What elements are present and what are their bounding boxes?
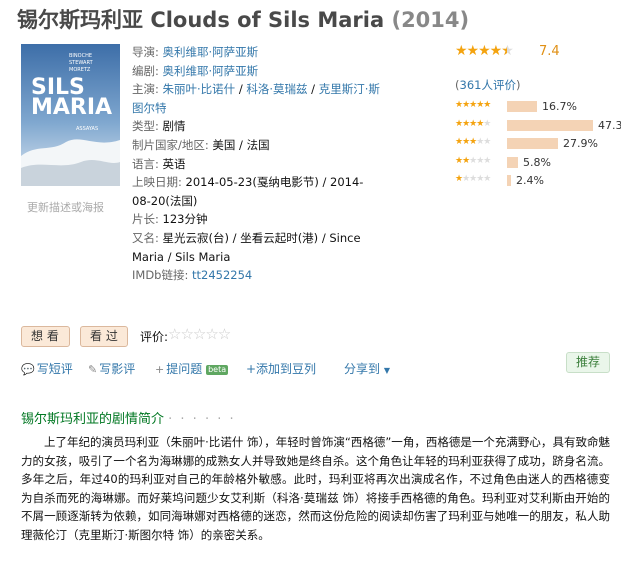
writer-label: 编剧: [132, 63, 159, 78]
rate-star-input[interactable]: ☆☆☆☆☆ [168, 325, 231, 343]
title-english: Clouds of Sils Maria [150, 8, 385, 32]
genre-label: 类型: [132, 119, 159, 134]
info-cast: 主演: 朱丽叶·比诺什 / 科洛·莫瑞兹 / 克里斯汀·斯图尔特 [132, 80, 382, 117]
country-label: 制片国家/地区: [132, 137, 209, 152]
question-label: 提问题 [166, 362, 203, 376]
imdb-link[interactable]: tt2452254 [192, 268, 252, 282]
distribution-stars-icon: ★★★★★ [455, 155, 491, 166]
info-language: 语言: 英语 [132, 155, 382, 174]
write-short-review-link[interactable]: 💬 写短评 [21, 360, 73, 377]
title-chinese: 锡尔斯玛利亚 [17, 8, 143, 32]
write-review-link[interactable]: ✎ 写影评 [88, 360, 135, 377]
director-label: 导演: [132, 45, 159, 59]
poster-credit-3: MORETZ [69, 67, 91, 73]
distribution-stars-icon: ★★★★★ [455, 137, 491, 147]
rating-count-link[interactable]: 361人评价 [460, 78, 516, 92]
synopsis-body: 上了年纪的演员玛利亚（朱丽叶·比诺什 饰），年轻时曾饰演“西格德”一角，西格德是… [21, 433, 610, 544]
poster-credit-2: STEWART [69, 60, 94, 66]
add-to-doulist-link[interactable]: +添加到豆列 [246, 360, 316, 377]
info-country: 制片国家/地区: 美国 / 法国 [132, 136, 382, 155]
title-year: (2014) [391, 8, 470, 32]
cast-separator: / [307, 82, 319, 97]
synopsis-heading: 锡尔斯玛利亚的剧情简介 · · · · · · [21, 408, 236, 427]
short-review-label: 写短评 [36, 362, 73, 376]
distribution-percent: 47.3% [598, 118, 621, 132]
poster-title-2: MARIA [31, 95, 112, 120]
info-imdb: IMDb链接: tt2452254 [132, 266, 382, 285]
poster-director: ASSAYAS [76, 126, 98, 132]
page-title: 锡尔斯玛利亚 Clouds of Sils Maria (2014) [17, 4, 469, 34]
runtime-label: 片长: [132, 212, 159, 227]
language-label: 语言: [132, 156, 159, 171]
distribution-row: ★★★★★ 27.9% [455, 135, 615, 154]
distribution-row: ★★★★★ 5.8% [455, 154, 615, 173]
distribution-stars-icon: ★★★★★ [455, 174, 491, 184]
distribution-stars-icon: ★★★★★ [455, 118, 491, 129]
distribution-bar [507, 101, 537, 112]
info-writer: 编剧: 奥利维耶·阿萨亚斯 [132, 62, 382, 81]
distribution-percent: 27.9% [563, 137, 598, 150]
synopsis-text: 上了年纪的演员玛利亚（朱丽叶·比诺什 饰），年轻时曾饰演“西格德”一角，西格德是… [21, 435, 610, 542]
rating-score: 7.4 [539, 44, 560, 59]
synopsis-title: 锡尔斯玛利亚的剧情简介 [21, 412, 165, 427]
distribution-percent: 5.8% [523, 155, 551, 169]
recommend-button[interactable]: 推荐 [566, 352, 610, 373]
distribution-bar [507, 138, 558, 149]
update-poster-link[interactable]: 更新描述或海报 [27, 199, 104, 215]
cast-separator: / [235, 82, 247, 97]
aka-value: 星光云寂(台) / 坐看云起时(港) / Since Maria / Sils … [132, 230, 361, 264]
distribution-bar [507, 175, 511, 186]
movie-info: 导演: 奥利维耶·阿萨亚斯 编剧: 奥利维耶·阿萨亚斯 主演: 朱丽叶·比诺什 … [132, 43, 382, 285]
release-label: 上映日期: [132, 175, 182, 190]
genre-value: 剧情 [162, 119, 186, 134]
distribution-percent: 16.7% [542, 100, 577, 113]
country-value: 美国 / 法国 [212, 137, 270, 152]
info-release: 上映日期: 2014-05-23(戛纳电影节) / 2014-08-20(法国) [132, 173, 382, 210]
director-link[interactable]: 奥利维耶·阿萨亚斯 [163, 45, 259, 59]
distribution-bar [507, 119, 593, 131]
share-label: 分享到 [344, 362, 381, 376]
imdb-label: IMDb链接: [132, 268, 189, 283]
speech-bubble-icon: 💬 [21, 363, 35, 376]
distribution-row: ★★★★★ 16.7% [455, 98, 615, 117]
rating-stars: ★★★★★★ [455, 43, 514, 59]
poster-credit-1: BINOCHE [69, 53, 92, 59]
beta-badge: beta [206, 365, 229, 375]
distribution-percent: 2.4% [516, 174, 544, 187]
distribution-row: ★★★★★ 47.3% [455, 117, 621, 136]
review-label: 写影评 [99, 362, 136, 376]
cast-link[interactable]: 科洛·莫瑞兹 [246, 82, 307, 96]
plus-icon: + [155, 363, 165, 376]
info-director: 导演: 奥利维耶·阿萨亚斯 [132, 43, 382, 62]
movie-poster[interactable]: BINOCHE STEWART MORETZ SILS MARIA ASSAYA… [21, 44, 120, 186]
distribution-row: ★★★★★ 2.4% [455, 172, 615, 191]
info-runtime: 片长: 123分钟 [132, 210, 382, 229]
language-value: 英语 [162, 156, 186, 171]
rating-distribution: ★★★★★16.7%★★★★★47.3%★★★★★27.9%★★★★★5.8%★… [455, 98, 621, 191]
info-aka: 又名: 星光云寂(台) / 坐看云起时(港) / Since Maria / S… [132, 229, 382, 266]
chevron-down-icon: ▼ [383, 366, 390, 375]
want-to-watch-button[interactable]: 想 看 [21, 326, 70, 347]
rating-count-close: ) [515, 78, 521, 92]
synopsis-dots: · · · · · · [168, 412, 236, 427]
ask-question-link[interactable]: + 提问题 beta [155, 360, 229, 377]
writer-link[interactable]: 奥利维耶·阿萨亚斯 [163, 64, 259, 78]
rate-label: 评价: [140, 330, 169, 344]
aka-label: 又名: [132, 230, 159, 245]
share-dropdown[interactable]: 分享到 ▼ [344, 360, 390, 377]
pencil-icon: ✎ [88, 363, 98, 376]
rating-count: (361人评价) [455, 77, 520, 93]
cast-link[interactable]: 朱丽叶·比诺什 [163, 82, 236, 96]
distribution-bar [507, 156, 518, 168]
runtime-value: 123分钟 [162, 212, 208, 227]
cast-label: 主演: [132, 82, 159, 97]
distribution-stars-icon: ★★★★★ [455, 100, 491, 110]
info-genre: 类型: 剧情 [132, 117, 382, 136]
watched-button[interactable]: 看 过 [80, 326, 128, 347]
